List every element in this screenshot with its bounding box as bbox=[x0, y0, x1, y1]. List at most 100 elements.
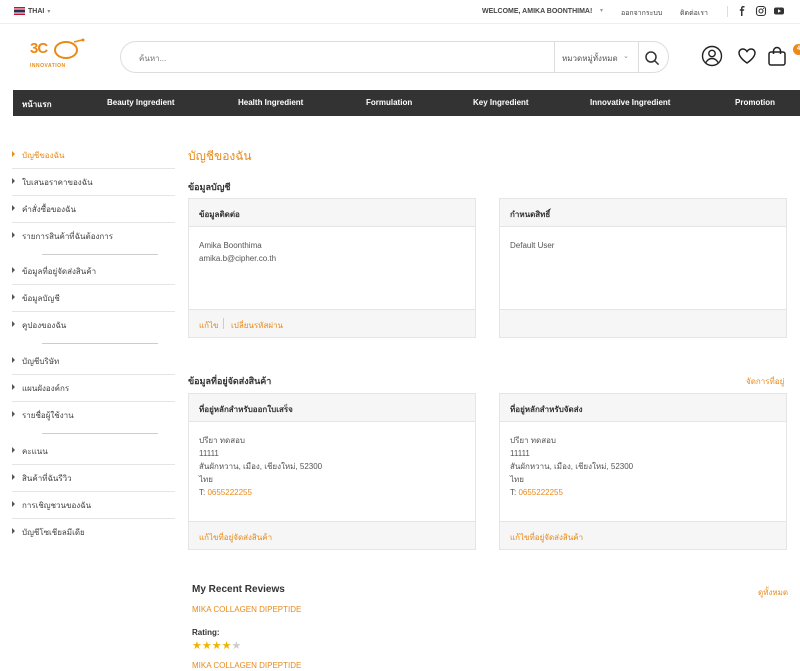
sidebar-item-wishlist[interactable]: รายการสินค้าที่ฉันต้องการ bbox=[12, 223, 175, 250]
sidebar-item-label: คำสั่งซื้อของฉัน bbox=[22, 205, 76, 214]
chevron-down-icon: ▾ bbox=[47, 8, 51, 15]
address-country: ไทย bbox=[510, 475, 524, 484]
sidebar-item-my-invitations[interactable]: การเชิญชวนของฉัน bbox=[12, 492, 175, 519]
chevron-down-icon[interactable]: ▾ bbox=[600, 7, 603, 14]
edit-shipping-address-link[interactable]: แก้ไขที่อยู่จัดส่งสินค้า bbox=[510, 531, 583, 544]
address-name: ปรียา ทดสอบ bbox=[510, 436, 557, 445]
box-header: ที่อยู่หลักสำหรับออกใบเสร็จ bbox=[189, 394, 475, 422]
sidebar-item-users[interactable]: รายชื่อผู้ใช้งาน bbox=[12, 402, 175, 429]
star-icon: ★ bbox=[211, 640, 222, 652]
caret-right-icon bbox=[12, 411, 15, 417]
cart-button[interactable] bbox=[766, 45, 788, 67]
box-footer: แก้ไขที่อยู่จัดส่งสินค้า bbox=[500, 521, 786, 549]
edit-billing-address-link[interactable]: แก้ไขที่อยู่จัดส่งสินค้า bbox=[199, 531, 272, 544]
welcome-message: WELCOME, AMIKA BOONTHIMA! bbox=[482, 8, 593, 15]
sidebar-item-label: รายชื่อผู้ใช้งาน bbox=[22, 411, 74, 420]
billing-address: ปรียา ทดสอบ 11111 สันผักหวาน, เมือง, เชี… bbox=[199, 434, 322, 499]
rating-label: Rating: bbox=[192, 628, 220, 637]
nav-item-key-ingredient[interactable]: Key Ingredient bbox=[473, 98, 529, 107]
caret-right-icon bbox=[12, 232, 15, 238]
language-switcher[interactable]: THAI ▾ bbox=[14, 7, 50, 15]
sidebar-item-points[interactable]: คะแนน bbox=[12, 438, 175, 465]
box-title: กำหนดสิทธิ์ bbox=[510, 210, 551, 219]
sidebar-item-account-info[interactable]: ข้อมูลบัญชี bbox=[12, 285, 175, 312]
recent-reviews-heading: My Recent Reviews bbox=[192, 584, 285, 595]
nav-item-formulation[interactable]: Formulation bbox=[366, 98, 412, 107]
top-bar: THAI ▾ WELCOME, AMIKA BOONTHIMA! ▾ ออกจา… bbox=[0, 0, 800, 24]
address-phone: T: 0655222255 bbox=[199, 486, 322, 499]
star-icon: ★ bbox=[221, 640, 232, 652]
sidebar-item-address-book[interactable]: ข้อมูลที่อยู่จัดส่งสินค้า bbox=[12, 258, 175, 285]
box-title: ที่อยู่หลักสำหรับออกใบเสร็จ bbox=[199, 405, 293, 414]
star-icon: ★ bbox=[231, 640, 242, 652]
sidebar-item-label: รายการสินค้าที่ฉันต้องการ bbox=[22, 232, 114, 241]
nav-item-beauty-ingredient[interactable]: Beauty Ingredient bbox=[107, 98, 175, 107]
caret-right-icon bbox=[12, 294, 15, 300]
user-icon bbox=[701, 45, 723, 67]
divider bbox=[727, 6, 728, 17]
change-password-link[interactable]: เปลี่ยนรหัสผ่าน bbox=[231, 319, 283, 332]
review-product-link[interactable]: MIKA COLLAGEN DIPEPTIDE bbox=[192, 661, 301, 670]
box-title: ที่อยู่หลักสำหรับจัดส่ง bbox=[510, 405, 583, 414]
billing-address-box: ที่อยู่หลักสำหรับออกใบเสร็จ ปรียา ทดสอบ … bbox=[188, 393, 476, 550]
box-header: ที่อยู่หลักสำหรับจัดส่ง bbox=[500, 394, 786, 422]
sidebar-item-social-accounts[interactable]: บัญชีโซเชียลมีเดีย bbox=[12, 519, 175, 546]
address-line2: สันผักหวาน, เมือง, เชียงใหม่, 52300 bbox=[199, 462, 323, 471]
edit-contact-link[interactable]: แก้ไข bbox=[199, 319, 219, 332]
nav-item-home[interactable]: หน้าแรก bbox=[22, 98, 52, 111]
account-info-heading: ข้อมูลบัญชี bbox=[188, 182, 231, 192]
view-all-reviews-link[interactable]: ดูทั้งหมด bbox=[758, 586, 788, 599]
category-select[interactable]: หมวดหมู่ทั้งหมด bbox=[562, 52, 618, 65]
address-phone: T: 0655222255 bbox=[510, 486, 633, 499]
instagram-icon[interactable] bbox=[755, 5, 767, 17]
star-icon: ★ bbox=[201, 640, 212, 652]
sidebar-item-label: คูปองของฉัน bbox=[22, 321, 67, 330]
sidebar-item-label: การเชิญชวนของฉัน bbox=[22, 501, 92, 510]
star-icon: ★ bbox=[192, 640, 202, 652]
caret-right-icon bbox=[12, 528, 15, 534]
youtube-icon[interactable] bbox=[773, 5, 785, 17]
logo-tagline: INNOVATION bbox=[30, 63, 66, 69]
sidebar-item-org-chart[interactable]: แผนผังองค์กร bbox=[12, 375, 175, 402]
box-header: กำหนดสิทธิ์ bbox=[500, 199, 786, 227]
phone-link[interactable]: 0655222255 bbox=[207, 488, 252, 497]
address-line1: 11111 bbox=[199, 449, 219, 458]
phone-link[interactable]: 0655222255 bbox=[518, 488, 563, 497]
caret-right-icon bbox=[12, 151, 15, 157]
site-logo[interactable]: 3C INNOVATION bbox=[28, 38, 88, 74]
nav-item-innovative-ingredient[interactable]: Innovative Ingredient bbox=[590, 98, 670, 107]
nav-item-promotion[interactable]: Promotion bbox=[735, 98, 775, 107]
review-product-link[interactable]: MIKA COLLAGEN DIPEPTIDE bbox=[192, 605, 301, 614]
search-button[interactable] bbox=[642, 48, 662, 68]
divider bbox=[554, 42, 555, 72]
sidebar-item-company-account[interactable]: บัญชีบริษัท bbox=[12, 348, 175, 375]
sidebar-item-my-account[interactable]: บัญชีของฉัน bbox=[12, 142, 175, 169]
thai-flag-icon bbox=[14, 7, 25, 15]
sidebar-item-label: บัญชีของฉัน bbox=[22, 151, 65, 160]
box-footer bbox=[500, 309, 786, 337]
caret-right-icon bbox=[12, 384, 15, 390]
account-button[interactable] bbox=[701, 45, 723, 67]
page-title: บัญชีของฉัน bbox=[188, 149, 252, 163]
sidebar-item-label: คะแนน bbox=[22, 447, 48, 456]
contact-link[interactable]: ติดต่อเรา bbox=[680, 8, 708, 19]
caret-right-icon bbox=[12, 447, 15, 453]
logout-link[interactable]: ออกจากระบบ bbox=[621, 8, 662, 19]
manage-addresses-link[interactable]: จัดการที่อยู่ bbox=[746, 375, 784, 388]
language-label: THAI bbox=[28, 7, 45, 15]
sidebar-item-my-orders[interactable]: คำสั่งซื้อของฉัน bbox=[12, 196, 175, 223]
shipping-address: ปรียา ทดสอบ 11111 สันผักหวาน, เมือง, เชี… bbox=[510, 434, 633, 499]
heart-icon bbox=[738, 48, 756, 64]
sidebar-item-my-coupons[interactable]: คูปองของฉัน bbox=[12, 312, 175, 339]
address-line1: 11111 bbox=[510, 449, 530, 458]
nav-item-health-ingredient[interactable]: Health Ingredient bbox=[238, 98, 303, 107]
sidebar-item-my-reviews[interactable]: สินค้าที่ฉันรีวิว bbox=[12, 465, 175, 492]
address-line2: สันผักหวาน, เมือง, เชียงใหม่, 52300 bbox=[510, 462, 634, 471]
sidebar-item-my-quotes[interactable]: ใบเสนอราคาของฉัน bbox=[12, 169, 175, 196]
facebook-icon[interactable] bbox=[736, 5, 748, 17]
address-country: ไทย bbox=[199, 475, 213, 484]
wishlist-button[interactable] bbox=[736, 45, 758, 67]
star-rating: ★★★★★ bbox=[192, 639, 241, 652]
shopping-bag-icon bbox=[768, 46, 786, 66]
search-input[interactable]: ค้นหา... bbox=[139, 52, 166, 65]
